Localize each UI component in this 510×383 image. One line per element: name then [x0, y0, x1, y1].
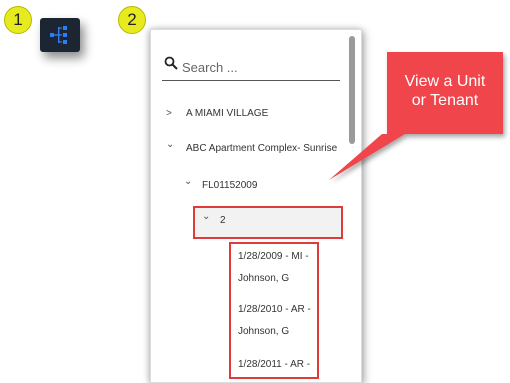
callout-bubble	[329, 52, 503, 180]
callout-text: View a Unit or Tenant	[404, 73, 486, 109]
